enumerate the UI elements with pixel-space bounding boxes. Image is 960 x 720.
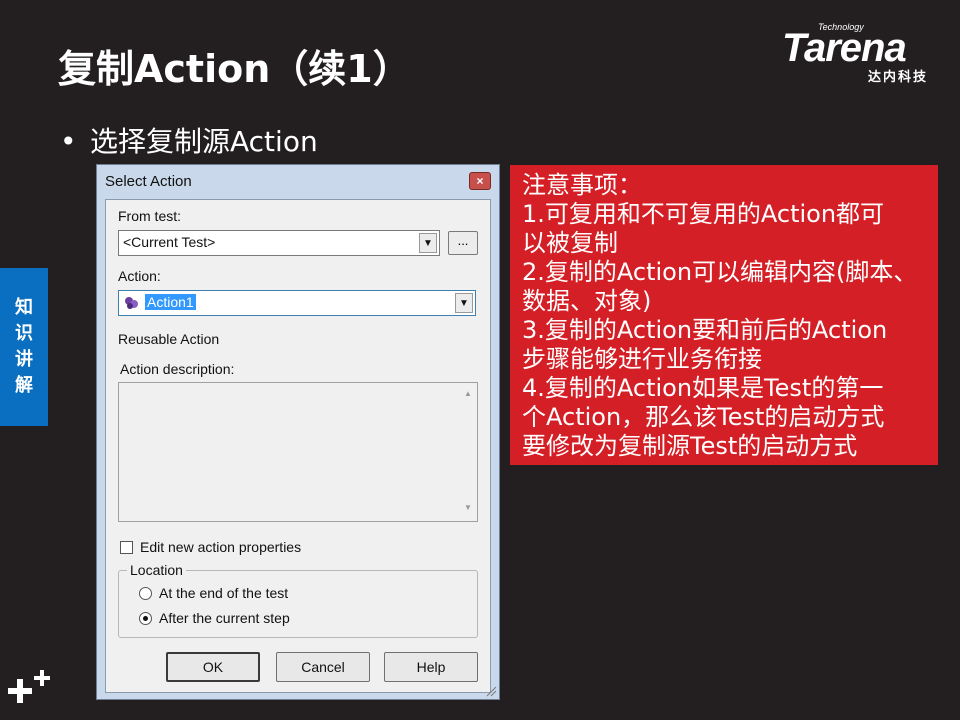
location-legend: Location (127, 562, 186, 578)
note-line: 4.复制的Action如果是Test的第一 (522, 374, 884, 402)
ok-label: OK (202, 659, 224, 675)
dialog-body: From test: <Current Test> ▼ ... Action: … (105, 199, 491, 693)
from-test-combo[interactable]: <Current Test> ▼ (118, 230, 440, 256)
tarena-logo: Technology Tarena 达内科技 (780, 22, 950, 85)
side-tab-knowledge: 知 识 讲 解 (0, 268, 48, 426)
action-label: Action: (118, 268, 161, 284)
side-tab-char: 讲 (15, 349, 33, 370)
note-box: 注意事项： 1.可复用和不可复用的Action都可 以被复制 2.复制的Acti… (510, 165, 938, 465)
note-line: 以被复制 (522, 229, 618, 257)
help-button[interactable]: Help (384, 652, 478, 682)
chevron-down-icon[interactable]: ▼ (419, 233, 437, 253)
logo-chinese: 达内科技 (868, 70, 929, 85)
bullet-dot-icon: • (60, 125, 77, 158)
note-line: 2.复制的Action可以编辑内容(脚本、 (522, 258, 918, 286)
help-label: Help (416, 659, 446, 675)
note-line: 1.可复用和不可复用的Action都可 (522, 200, 885, 228)
resize-grip-icon[interactable] (485, 685, 497, 697)
slide-title: 复制Action（续1） (58, 47, 411, 91)
logo-name: Tarena (782, 26, 907, 70)
dialog-titlebar[interactable]: Select Action × (97, 165, 499, 197)
scroll-down-icon[interactable]: ▼ (462, 503, 474, 515)
note-line: 步骤能够进行业务衔接 (522, 345, 762, 373)
dialog-title: Select Action (105, 173, 192, 190)
action-selected-text: Action1 (145, 294, 196, 310)
close-button[interactable]: × (469, 172, 491, 190)
note-line: 个Action，那么该Test的启动方式 (522, 403, 885, 431)
bullet-item: • 选择复制源Action (60, 120, 318, 160)
note-line: 3.复制的Action要和前后的Action (522, 316, 888, 344)
cancel-button[interactable]: Cancel (276, 652, 370, 682)
plus-logo-icon (8, 670, 50, 703)
reusable-label: Reusable Action (118, 331, 220, 347)
radio-after-current-step-label[interactable]: After the current step (159, 610, 290, 626)
edit-props-checkbox[interactable] (120, 541, 133, 554)
note-line: 数据、对象) (522, 287, 652, 315)
from-test-label: From test: (118, 208, 182, 224)
action-icon (125, 297, 138, 309)
bullet-text: 选择复制源Action (90, 125, 318, 158)
side-tab-char: 识 (15, 323, 33, 344)
radio-end-of-test[interactable] (139, 587, 152, 600)
chevron-down-icon[interactable]: ▼ (455, 293, 473, 313)
radio-after-current-step[interactable] (139, 612, 152, 625)
description-textarea[interactable]: ▲ ▼ (118, 382, 478, 522)
location-group: Location At the end of the test After th… (118, 562, 478, 638)
ok-button[interactable]: OK (166, 652, 260, 682)
select-action-dialog: Select Action × From test: <Current Test… (96, 164, 500, 700)
side-tab-char: 知 (15, 297, 33, 318)
note-line: 注意事项： (522, 171, 642, 199)
edit-props-label[interactable]: Edit new action properties (140, 539, 301, 555)
cancel-label: Cancel (301, 659, 345, 675)
description-label: Action description: (120, 361, 235, 377)
scroll-up-icon[interactable]: ▲ (462, 389, 474, 401)
browse-label: ... (457, 233, 469, 248)
action-combo[interactable]: Action1 ▼ (118, 290, 476, 316)
radio-end-of-test-label[interactable]: At the end of the test (159, 585, 288, 601)
browse-button[interactable]: ... (448, 231, 478, 255)
side-tab-char: 解 (15, 375, 33, 396)
from-test-value: <Current Test> (123, 234, 216, 250)
action-value: Action1 (145, 294, 196, 310)
close-icon: × (476, 174, 484, 188)
note-line: 要修改为复制源Test的启动方式 (522, 432, 858, 460)
